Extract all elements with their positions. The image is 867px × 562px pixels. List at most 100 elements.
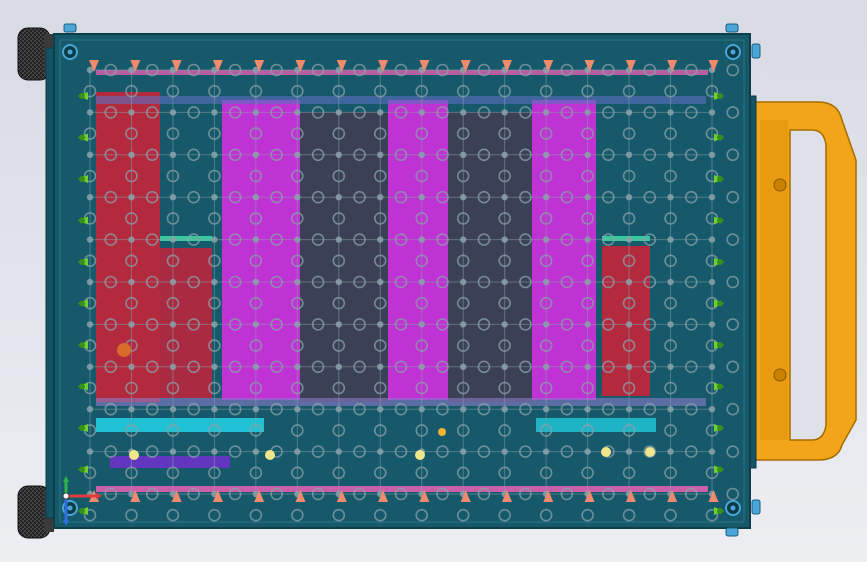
grid-node-core (460, 278, 467, 286)
grid-node-core (542, 236, 550, 243)
grid-node-core (252, 151, 260, 158)
yellow-handle[interactable] (753, 101, 857, 461)
grid-node-core (377, 448, 384, 455)
grid-node-core (169, 363, 177, 370)
grid-node-core (708, 321, 716, 328)
grid-node-core (625, 321, 633, 328)
grid-node-core (625, 194, 633, 201)
right-pin-base (717, 176, 723, 182)
grid-node-core (335, 194, 342, 201)
grid-node-core (377, 278, 384, 286)
grid-node-core (86, 194, 94, 201)
grid-node-core (335, 448, 342, 455)
grid-node-core (294, 321, 301, 328)
grid-node-core (708, 278, 716, 286)
left-pin-base (79, 134, 85, 141)
grid-node-core (128, 278, 135, 286)
right-pin-base (717, 217, 723, 224)
right-pin-base (717, 300, 723, 307)
grid-node-core (335, 278, 342, 286)
grid-node-core (542, 406, 550, 413)
grid-node-core (335, 363, 342, 370)
grid-node-core (211, 278, 218, 286)
grid-node-core (667, 151, 674, 158)
left-pin-base (79, 259, 85, 265)
grid-node-core (211, 194, 218, 201)
grid-node-core (128, 194, 135, 201)
grid-node-core (418, 321, 425, 328)
left-pin-base (79, 508, 85, 514)
grid-node-core (708, 194, 716, 201)
left-pin-base (79, 176, 85, 182)
grid-node-core (86, 151, 94, 158)
grid-node-core (128, 406, 135, 413)
right-pin-base (717, 425, 723, 431)
grid-node-core (294, 194, 301, 201)
grid-node-core (252, 278, 260, 286)
grid-node-core (86, 236, 94, 243)
cyan-strip-right[interactable] (536, 418, 656, 432)
grid-node-core (501, 151, 508, 158)
grid-node-core (625, 278, 633, 286)
grid-node-core (460, 321, 467, 328)
grid-node-core (708, 448, 716, 455)
grid-node-core (169, 278, 177, 286)
grid-node-core (294, 109, 301, 116)
grid-node-core (294, 236, 301, 243)
grid-node-core (460, 363, 467, 370)
grid-node-core (377, 109, 384, 116)
grid-node-core (128, 151, 135, 158)
magenta-block-2[interactable] (388, 100, 448, 400)
grid-node-core (542, 448, 550, 455)
grid-node-core (542, 194, 550, 201)
grid-node-core (335, 151, 342, 158)
grid-node-core (252, 363, 260, 370)
grid-node-core (584, 109, 591, 116)
cad-scene[interactable] (0, 0, 867, 562)
grid-node-core (418, 151, 425, 158)
grid-node-core (128, 109, 135, 116)
grid-node-core (377, 406, 384, 413)
grid-node-core (501, 236, 508, 243)
right-pin-base (717, 466, 723, 473)
grid-node-core (128, 321, 135, 328)
right-pin-base (717, 93, 723, 99)
grid-node-core (584, 194, 591, 201)
grid-node-core (584, 151, 591, 158)
grid-node-core (377, 321, 384, 328)
cyan-strip-left[interactable] (96, 418, 264, 432)
grid-node-core (542, 109, 550, 116)
grid-node-core (667, 406, 674, 413)
grid-node-core (625, 448, 633, 455)
grid-node-core (584, 236, 591, 243)
grid-node-core (335, 236, 342, 243)
grid-node-core (460, 151, 467, 158)
magenta-block-1[interactable] (222, 100, 300, 400)
grid-node-core (252, 321, 260, 328)
grid-node-core (86, 109, 94, 116)
mount-hole-top-right (725, 44, 741, 60)
mount-hole-bottom-right (725, 500, 741, 516)
grid-node-core (625, 109, 633, 116)
grid-node-core (501, 321, 508, 328)
grid-node-core (335, 406, 342, 413)
left-pin-base (79, 466, 85, 473)
grid-node-core (418, 109, 425, 116)
magenta-block-3[interactable] (532, 100, 596, 400)
red-block-right[interactable] (602, 246, 650, 396)
grid-node-core (335, 109, 342, 116)
cad-viewport[interactable] (0, 0, 867, 562)
grid-node-core (211, 363, 218, 370)
purple-strip-left[interactable] (110, 456, 230, 468)
grid-node-core (584, 406, 591, 413)
grid-node-core (211, 448, 218, 455)
grid-node-core (501, 363, 508, 370)
grid-node-core (708, 363, 716, 370)
grid-node-core (169, 321, 177, 328)
red-block-left-lower[interactable] (160, 248, 212, 398)
grid-node-core (501, 448, 508, 455)
left-pin-base (79, 342, 85, 348)
grid-node-core (501, 406, 508, 413)
grid-node-core (501, 194, 508, 201)
grid-node-core (169, 109, 177, 116)
